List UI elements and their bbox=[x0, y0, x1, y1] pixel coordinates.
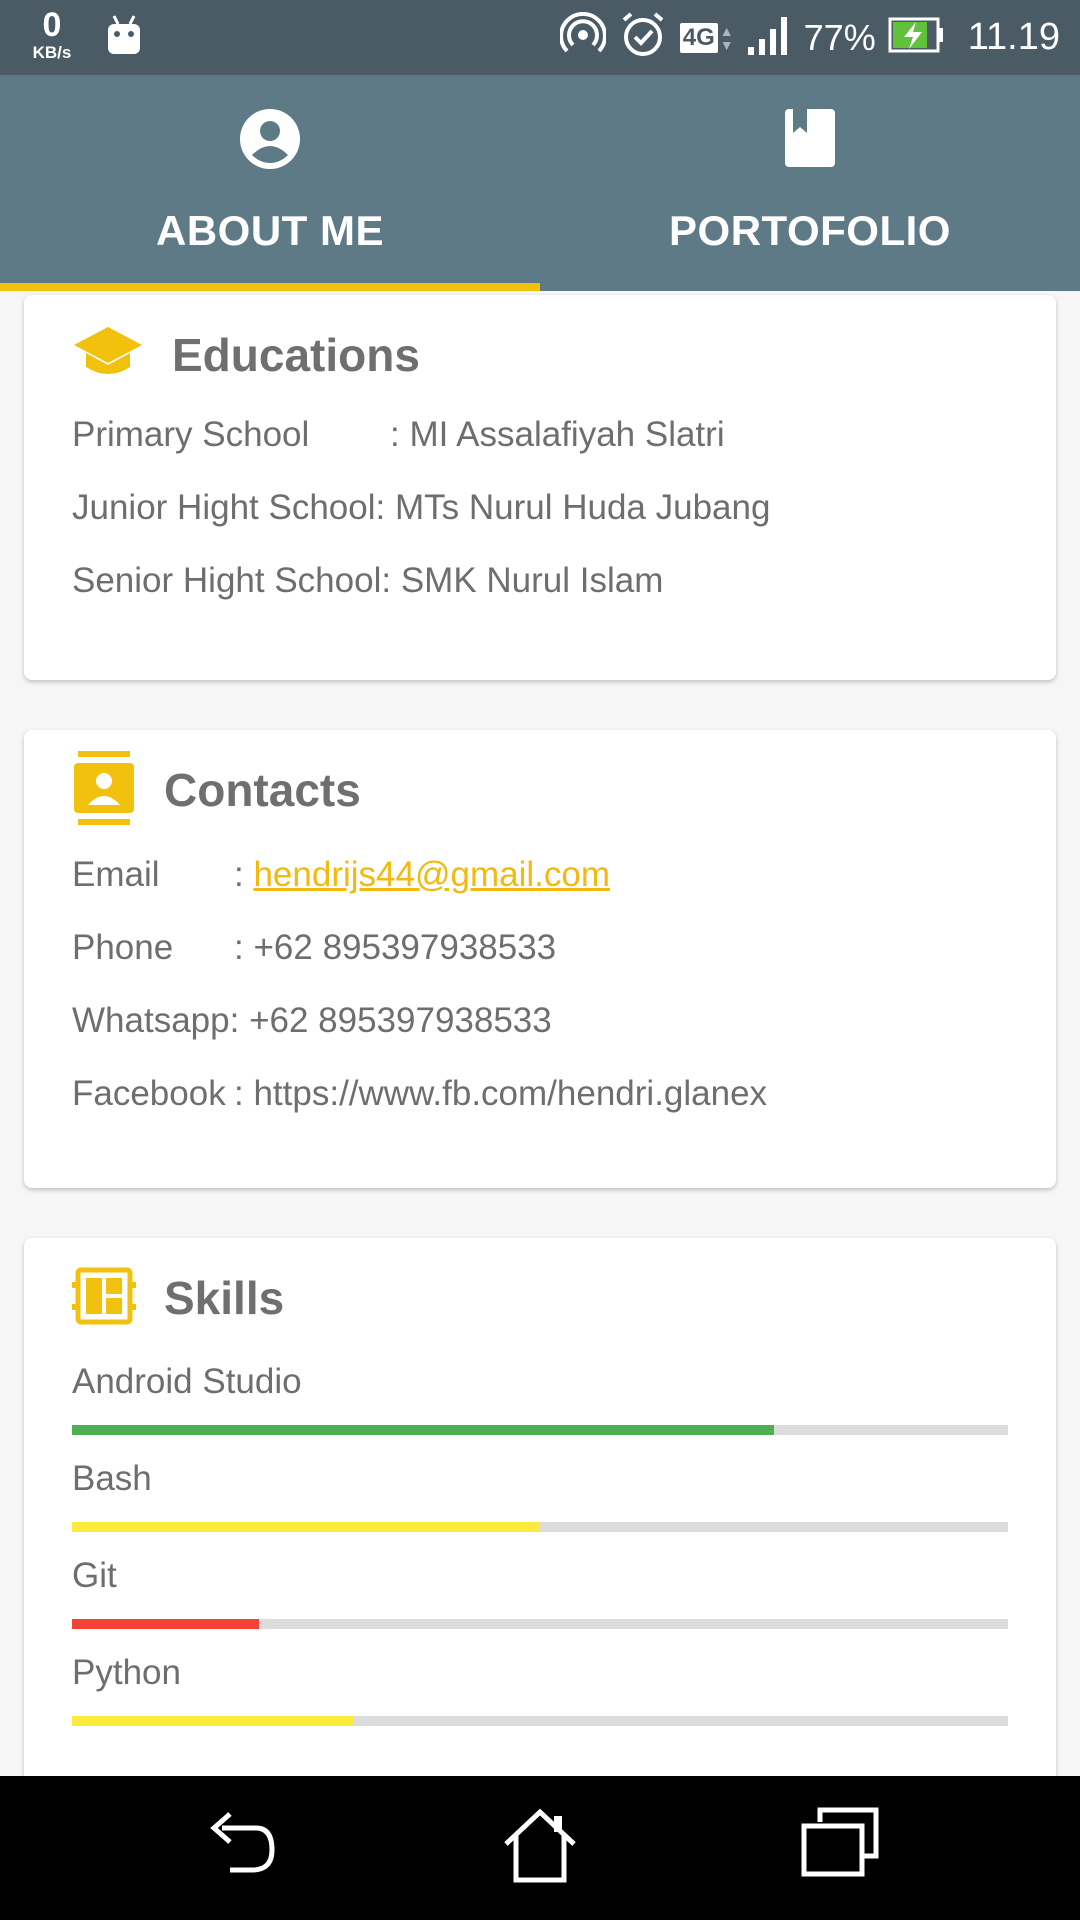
contacts-title: Contacts bbox=[164, 764, 361, 816]
education-label: Junior Hight School bbox=[72, 488, 376, 527]
tab-about-me[interactable]: ABOUT ME bbox=[0, 75, 540, 291]
separator: : bbox=[375, 488, 386, 527]
skills-title: Skills bbox=[164, 1272, 285, 1324]
skill-progress-bar bbox=[72, 1716, 1008, 1726]
contact-row: Facebook: https://www.fb.com/hendri.glan… bbox=[72, 1074, 767, 1114]
contact-label: Whatsapp bbox=[72, 1001, 230, 1040]
back-button[interactable] bbox=[202, 1806, 278, 1887]
skill-label: Bash bbox=[72, 1459, 152, 1498]
separator: : bbox=[234, 1074, 244, 1113]
educations-card: Educations Primary School: MI Assalafiya… bbox=[24, 295, 1056, 680]
separator: : bbox=[381, 561, 392, 600]
tab-bar: ABOUT ME PORTOFOLIO bbox=[0, 75, 1080, 291]
skill-progress-bar bbox=[72, 1619, 1008, 1629]
signal-icon bbox=[746, 13, 792, 62]
education-value: MI Assalafiyah Slatri bbox=[409, 415, 725, 454]
skill-progress-fill bbox=[72, 1425, 774, 1435]
battery-percent: 77% bbox=[803, 16, 876, 58]
account-circle-icon bbox=[238, 107, 302, 176]
network-type: 4G bbox=[679, 22, 718, 53]
education-row: Junior Hight School: MTs Nurul Huda Juba… bbox=[72, 488, 770, 528]
recent-apps-button[interactable] bbox=[800, 1806, 880, 1883]
home-button[interactable] bbox=[500, 1806, 580, 1891]
contact-row: Email: hendrijs44@gmail.com bbox=[72, 855, 610, 895]
contact-label: Email bbox=[72, 855, 160, 894]
separator: : bbox=[234, 855, 244, 894]
separator: : bbox=[229, 1001, 240, 1040]
book-icon bbox=[783, 107, 837, 174]
education-value: MTs Nurul Huda Jubang bbox=[394, 488, 771, 527]
tab-portofolio[interactable]: PORTOFOLIO bbox=[540, 75, 1080, 291]
contact-card-icon bbox=[72, 750, 136, 830]
skill-label: Python bbox=[72, 1653, 181, 1692]
education-row: Senior Hight School: SMK Nurul Islam bbox=[72, 561, 663, 601]
network-speed: 0 KB/s bbox=[22, 8, 82, 61]
hotspot-icon bbox=[558, 11, 607, 63]
skill-progress-fill bbox=[72, 1716, 353, 1726]
contact-label: Facebook bbox=[72, 1074, 226, 1113]
system-nav-bar bbox=[0, 1776, 1080, 1920]
tab-about-me-label: ABOUT ME bbox=[156, 207, 384, 254]
facebook-value: https://www.fb.com/hendri.glanex bbox=[253, 1074, 768, 1113]
contact-row: Phone: +62 895397938533 bbox=[72, 928, 556, 968]
skill-label: Android Studio bbox=[72, 1362, 302, 1401]
skills-card: Skills Android Studio Bash Git Python bbox=[24, 1238, 1056, 1798]
speed-unit: KB/s bbox=[32, 43, 72, 62]
clock: 11.19 bbox=[967, 16, 1060, 58]
contacts-card: Contacts Email: hendrijs44@gmail.com Pho… bbox=[24, 730, 1056, 1188]
tab-portofolio-label: PORTOFOLIO bbox=[669, 207, 951, 254]
education-value: SMK Nurul Islam bbox=[400, 561, 664, 600]
skill-label: Git bbox=[72, 1556, 117, 1595]
skill-progress-fill bbox=[72, 1619, 260, 1629]
contact-row: Whatsapp: +62 895397938533 bbox=[72, 1001, 552, 1041]
graduation-cap-icon bbox=[72, 325, 144, 386]
email-link[interactable]: hendrijs44@gmail.com bbox=[253, 855, 610, 894]
skill-progress-fill bbox=[72, 1522, 540, 1532]
alarm-icon bbox=[618, 10, 668, 65]
android-debug-icon bbox=[104, 14, 144, 61]
education-label: Primary School bbox=[72, 415, 310, 454]
data-activity-icon: ▲ ▼ bbox=[719, 22, 734, 53]
separator: : bbox=[390, 415, 400, 454]
battery-charging-icon bbox=[888, 16, 946, 59]
skill-progress-bar bbox=[72, 1522, 1008, 1532]
skill-progress-bar bbox=[72, 1425, 1008, 1435]
education-label: Senior Hight School bbox=[72, 561, 382, 600]
speed-value: 0 bbox=[42, 6, 62, 44]
educations-title: Educations bbox=[172, 329, 420, 381]
home-icon bbox=[504, 1808, 576, 1883]
network-type-indicator: 4G ▲ ▼ bbox=[679, 22, 734, 53]
contact-label: Phone bbox=[72, 928, 174, 967]
active-tab-indicator bbox=[0, 283, 540, 291]
whatsapp-value: +62 895397938533 bbox=[249, 1001, 552, 1040]
status-bar: 0 KB/s 4G ▲ ▼ 77% 11.19 bbox=[0, 0, 1080, 75]
recent-apps-icon bbox=[801, 1807, 879, 1877]
back-arrow-icon bbox=[210, 1812, 275, 1873]
education-row: Primary School: MI Assalafiyah Slatri bbox=[72, 415, 725, 455]
phone-value: +62 895397938533 bbox=[253, 928, 557, 967]
separator: : bbox=[234, 928, 244, 967]
skills-board-icon bbox=[72, 1264, 136, 1333]
